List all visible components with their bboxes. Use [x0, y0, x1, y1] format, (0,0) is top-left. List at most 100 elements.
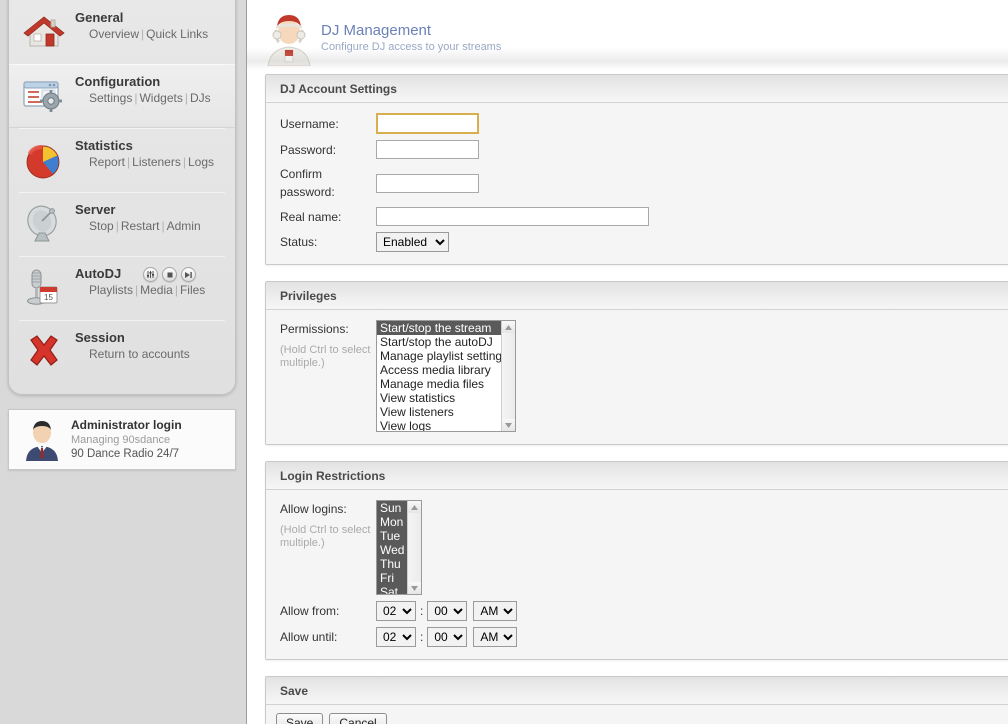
link-return-to-accounts[interactable]: Return to accounts: [89, 347, 190, 361]
scrollbar-track[interactable]: [408, 513, 421, 582]
allow-until-meridiem-select[interactable]: AMPM: [473, 627, 517, 647]
application-window: General Overview|Quick Links: [0, 0, 1008, 724]
list-option[interactable]: Fri: [377, 571, 407, 585]
scrollbar-track[interactable]: [502, 333, 515, 419]
panel-heading: Save: [266, 677, 1008, 705]
label-allow-logins: Allow logins:: [280, 500, 376, 518]
allow-until-hour-select[interactable]: 010203040506070809101112: [376, 627, 416, 647]
label-confirm-password: Confirm password:: [280, 165, 376, 201]
label-allow-from: Allow from:: [280, 602, 376, 620]
dj-avatar-icon: [261, 8, 317, 66]
sidebar-item-text: General Overview|Quick Links: [75, 7, 225, 43]
permissions-options[interactable]: Start/stop the streamStart/stop the auto…: [377, 321, 501, 431]
list-option[interactable]: Wed: [377, 543, 407, 557]
sidebar-item-statistics[interactable]: Statistics Report|Listeners|Logs: [9, 128, 235, 192]
link-media[interactable]: Media: [140, 283, 173, 297]
scroll-up-icon[interactable]: [502, 321, 515, 333]
link-report[interactable]: Report: [89, 155, 125, 169]
label-allow-until: Allow until:: [280, 628, 376, 646]
allow-from-hour-select[interactable]: 010203040506070809101112: [376, 601, 416, 621]
sidebar-item-title: AutoDJ: [75, 266, 121, 282]
label-real-name: Real name:: [280, 208, 376, 226]
list-option[interactable]: Manage playlist settings: [377, 349, 501, 363]
list-option[interactable]: View listeners: [377, 405, 501, 419]
sidebar-item-links: Playlists|Media|Files: [75, 282, 225, 299]
sidebar-item-text: Session Return to accounts: [75, 327, 225, 363]
cancel-button[interactable]: Cancel: [329, 713, 386, 724]
scroll-up-icon[interactable]: [408, 501, 421, 513]
scroll-down-icon[interactable]: [502, 419, 515, 431]
allow-from-meridiem-select[interactable]: AMPM: [473, 601, 517, 621]
account-name: Administrator login: [71, 418, 182, 433]
save-button[interactable]: Save: [276, 713, 323, 724]
list-option[interactable]: Sat: [377, 585, 407, 594]
allow-logins-hint: (Hold Ctrl to select multiple.): [280, 518, 376, 550]
list-option[interactable]: Start/stop the stream: [377, 321, 501, 335]
list-option[interactable]: Thu: [377, 557, 407, 571]
link-widgets[interactable]: Widgets: [139, 91, 182, 105]
list-option[interactable]: Access media library: [377, 363, 501, 377]
scroll-down-icon[interactable]: [408, 582, 421, 594]
link-settings[interactable]: Settings: [89, 91, 132, 105]
list-option[interactable]: Mon: [377, 515, 407, 529]
permissions-listbox[interactable]: Start/stop the streamStart/stop the auto…: [376, 320, 516, 432]
sidebar-item-session[interactable]: Session Return to accounts: [9, 320, 235, 384]
allow-until-minute-select[interactable]: 00153045: [427, 627, 467, 647]
account-station: 90 Dance Radio 24/7: [71, 447, 182, 461]
link-listeners[interactable]: Listeners: [132, 155, 181, 169]
password-input[interactable]: [376, 140, 479, 159]
list-option[interactable]: Start/stop the autoDJ: [377, 335, 501, 349]
sidebar-item-autodj[interactable]: 15 AutoDJ: [9, 256, 235, 320]
page-header-text: DJ Management Configure DJ access to you…: [317, 8, 501, 54]
list-option[interactable]: View statistics: [377, 391, 501, 405]
link-restart[interactable]: Restart: [121, 219, 160, 233]
permissions-label-block: Permissions: (Hold Ctrl to select multip…: [280, 320, 376, 370]
link-logs[interactable]: Logs: [188, 155, 214, 169]
permissions-scrollbar[interactable]: [501, 321, 515, 431]
real-name-input[interactable]: [376, 207, 649, 226]
list-option[interactable]: View logs: [377, 419, 501, 431]
time-colon: :: [416, 630, 427, 644]
days-listbox[interactable]: SunMonTueWedThuFriSat: [376, 500, 422, 595]
main-content: DJ Management Configure DJ access to you…: [247, 0, 1008, 724]
sidebar-item-text: Statistics Report|Listeners|Logs: [75, 135, 225, 171]
username-input[interactable]: [376, 113, 479, 134]
list-option[interactable]: Sun: [377, 501, 407, 515]
link-playlists[interactable]: Playlists: [89, 283, 133, 297]
account-managing: Managing 90sdance: [71, 433, 182, 447]
field-row-allow-until: Allow until: 010203040506070809101112 : …: [280, 627, 1008, 647]
link-stop[interactable]: Stop: [89, 219, 114, 233]
page-subtitle: Configure DJ access to your streams: [321, 40, 501, 54]
sidebar-item-configuration[interactable]: Configuration Settings|Widgets|DJs: [9, 64, 235, 128]
allow-logins-label-block: Allow logins: (Hold Ctrl to select multi…: [280, 500, 376, 550]
list-option[interactable]: Manage media files: [377, 377, 501, 391]
stop-icon[interactable]: [162, 267, 177, 282]
label-password: Password:: [280, 141, 376, 159]
list-option[interactable]: Tue: [377, 529, 407, 543]
mixer-icon[interactable]: [143, 267, 158, 282]
link-djs[interactable]: DJs: [190, 91, 211, 105]
status-select[interactable]: EnabledDisabled: [376, 232, 449, 252]
user-avatar-icon: [15, 419, 69, 461]
field-row-allow-from: Allow from: 010203040506070809101112 : 0…: [280, 601, 1008, 621]
panel-login-restrictions: Login Restrictions Allow logins: (Hold C…: [265, 461, 1008, 660]
link-admin[interactable]: Admin: [167, 219, 201, 233]
link-files[interactable]: Files: [180, 283, 205, 297]
link-overview[interactable]: Overview: [89, 27, 139, 41]
skip-next-icon[interactable]: [181, 267, 196, 282]
sidebar-item-general[interactable]: General Overview|Quick Links: [9, 0, 235, 64]
days-scrollbar[interactable]: [407, 501, 421, 594]
days-options[interactable]: SunMonTueWedThuFriSat: [377, 501, 407, 594]
sidebar-item-server[interactable]: Server Stop|Restart|Admin: [9, 192, 235, 256]
sidebar-item-text: AutoDJ: [75, 263, 225, 299]
label-username: Username:: [280, 115, 376, 133]
label-permissions: Permissions:: [280, 320, 376, 338]
panel-body: Permissions: (Hold Ctrl to select multip…: [266, 310, 1008, 444]
account-card[interactable]: Administrator login Managing 90sdance 90…: [8, 409, 236, 470]
microphone-calendar-icon: 15: [17, 263, 71, 313]
link-quick-links[interactable]: Quick Links: [146, 27, 208, 41]
page-title: DJ Management: [321, 22, 501, 40]
confirm-password-input[interactable]: [376, 174, 479, 193]
allow-from-minute-select[interactable]: 00153045: [427, 601, 467, 621]
page-header: DJ Management Configure DJ access to you…: [247, 0, 1008, 70]
